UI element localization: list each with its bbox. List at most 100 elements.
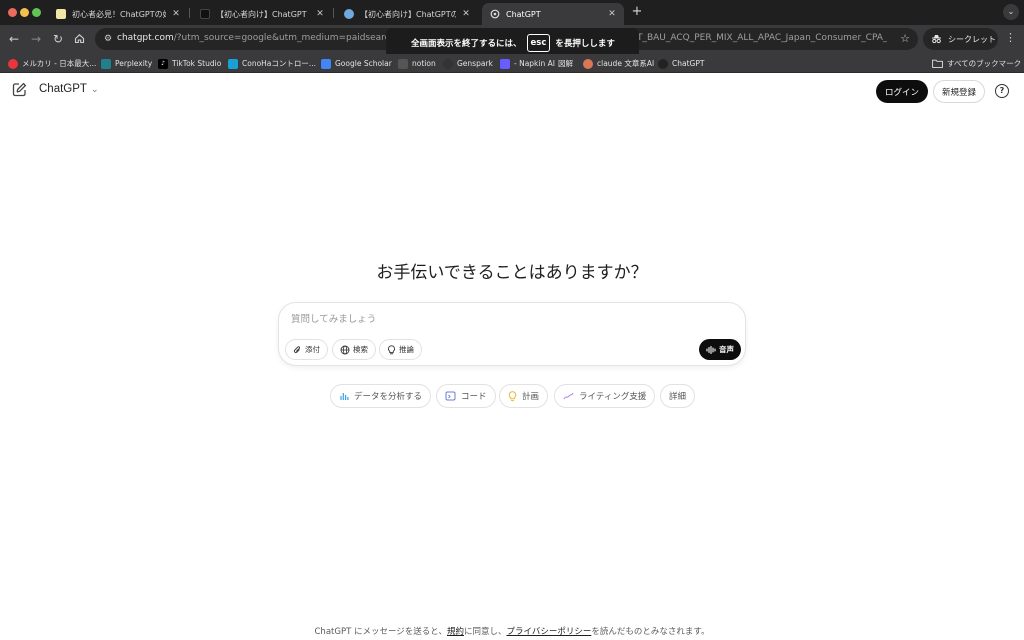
attach-button[interactable]: 添付 <box>285 339 328 360</box>
perplexity-icon <box>101 58 111 69</box>
chevron-down-icon: ⌄ <box>90 83 99 94</box>
page-favicon-icon <box>56 9 66 19</box>
bookmark-item[interactable]: メルカリ - 日本最大... <box>8 57 96 70</box>
page-favicon-icon <box>344 9 354 19</box>
bookmark-item[interactable]: notion <box>398 57 436 70</box>
pen-icon <box>563 392 574 400</box>
voice-label: 音声 <box>719 345 734 354</box>
suggestion-label: 詳細 <box>669 392 687 402</box>
bookmark-label: ChatGPT <box>672 59 705 68</box>
footer-text: を読んだものとみなされます。 <box>591 627 710 637</box>
browser-tab-strip: 初心者必見！ChatGPTの始め方とは？ ✕ 【初心者向け】ChatGPT（Op… <box>0 0 1024 25</box>
browser-tab-active[interactable]: ChatGPT ✕ <box>482 3 624 25</box>
site-info-icon[interactable]: ⚙ <box>102 33 114 45</box>
voice-mode-button[interactable]: 音声 <box>699 339 741 360</box>
privacy-policy-link[interactable]: プライバシーポリシー <box>507 627 592 637</box>
suggestion-writing[interactable]: ライティング支援 <box>554 384 656 408</box>
bookmark-item[interactable]: ConoHaコントロー... <box>228 57 316 70</box>
message-composer: 添付 検索 推論 音声 <box>278 302 746 366</box>
suggestion-more[interactable]: 詳細 <box>660 384 696 408</box>
page-header: ChatGPT ⌄ ログイン 新規登録 ? <box>0 74 1024 110</box>
bookmark-item[interactable]: ♪ TikTok Studio <box>158 57 221 70</box>
bookmark-label: ConoHaコントロー... <box>242 59 317 68</box>
bookmark-star-icon[interactable]: ☆ <box>900 32 910 45</box>
tab-close-icon[interactable]: ✕ <box>314 9 326 19</box>
incognito-label: シークレット <box>948 34 996 44</box>
suggestion-analyze-data[interactable]: データを分析する <box>330 384 432 408</box>
bookmark-label: メルカリ - 日本最大... <box>22 59 97 68</box>
bookmark-label: - Napkin AI <box>514 59 555 68</box>
bookmarks-bar: メルカリ - 日本最大... Perplexity ♪ TikTok Studio… <box>0 54 1024 73</box>
suggestion-plan[interactable]: 計画 <box>499 384 549 408</box>
bookmark-label: Perplexity <box>115 59 153 68</box>
browser-tab[interactable]: 【初心者向け】ChatGPT（OpenAI） ✕ <box>192 3 332 25</box>
model-name: ChatGPT <box>39 83 87 95</box>
toast-text: 全画面表示を終了するには、 <box>411 39 522 49</box>
back-arrow-icon[interactable]: ← <box>6 31 22 47</box>
bookmark-item[interactable]: ChatGPT <box>658 57 704 70</box>
home-icon[interactable] <box>71 31 87 47</box>
tab-search-chevron-icon[interactable]: ⌄ <box>1003 4 1019 20</box>
all-bookmarks-folder[interactable]: すべてのブックマーク <box>932 57 1021 70</box>
bookmark-label: Genspark <box>457 59 493 68</box>
bookmark-item[interactable]: Google Scholar <box>321 57 392 70</box>
suggestion-label: 計画 <box>522 392 540 402</box>
bookmark-item[interactable]: - Napkin AI <box>500 57 555 70</box>
tab-separator <box>333 8 334 18</box>
model-selector[interactable]: ChatGPT ⌄ <box>39 83 98 95</box>
new-chat-icon[interactable] <box>12 82 28 98</box>
tab-close-icon[interactable]: ✕ <box>606 9 618 19</box>
folder-icon <box>932 59 943 68</box>
tab-close-icon[interactable]: ✕ <box>170 9 182 19</box>
tab-separator <box>189 8 190 18</box>
browser-tab[interactable]: 【初心者向け】ChatGPTのおすすめ ✕ <box>336 3 478 25</box>
terms-link[interactable]: 規約 <box>447 627 464 637</box>
reload-icon[interactable]: ↻ <box>50 31 66 47</box>
login-button[interactable]: ログイン <box>876 80 928 103</box>
paperclip-icon <box>293 345 301 353</box>
prompt-input[interactable] <box>291 314 731 325</box>
suggestion-label: データを分析する <box>354 392 423 402</box>
tab-title: 【初心者向け】ChatGPTのおすすめ <box>360 9 456 19</box>
new-tab-button[interactable]: + <box>630 4 644 20</box>
toast-text: を長押しします <box>555 39 615 49</box>
more-menu-icon[interactable]: ⋮ <box>1005 31 1016 44</box>
browser-tab[interactable]: 初心者必見！ChatGPTの始め方とは？ ✕ <box>48 3 188 25</box>
footer-text: に同意し、 <box>463 627 507 637</box>
search-button[interactable]: 検索 <box>332 339 376 360</box>
forward-arrow-icon[interactable]: → <box>28 31 44 47</box>
footer-text: ChatGPT にメッセージを送ると、 <box>314 627 447 637</box>
page-favicon-icon <box>200 9 210 19</box>
lightbulb-icon <box>508 390 517 401</box>
tab-close-icon[interactable]: ✕ <box>460 9 472 19</box>
napkin-ai-icon <box>500 58 510 69</box>
mercari-icon <box>8 58 18 69</box>
suggestion-code[interactable]: コード <box>436 384 496 408</box>
google-scholar-icon <box>321 58 331 69</box>
esc-key-badge: esc <box>526 34 551 52</box>
incognito-badge[interactable]: シークレット <box>923 28 998 50</box>
bookmark-item[interactable]: Perplexity <box>101 57 152 70</box>
tab-title: 【初心者向け】ChatGPT（OpenAI） <box>216 9 310 19</box>
bookmark-item[interactable]: 図解 <box>558 57 573 70</box>
globe-icon <box>340 345 350 354</box>
tab-title: ChatGPT <box>506 9 541 19</box>
signup-button[interactable]: 新規登録 <box>933 80 985 103</box>
waveform-icon <box>706 345 716 354</box>
fullscreen-window-button[interactable] <box>32 8 41 17</box>
lightbulb-icon <box>388 344 395 354</box>
bookmark-item[interactable]: claude 文章系AI <box>583 57 654 70</box>
reason-button[interactable]: 推論 <box>379 339 422 360</box>
close-window-button[interactable] <box>8 8 17 17</box>
help-icon[interactable]: ? <box>995 84 1009 98</box>
suggestion-label: コード <box>461 392 487 402</box>
bookmark-label: 図解 <box>558 59 573 68</box>
incognito-icon <box>932 35 941 44</box>
bookmark-item[interactable]: Genspark <box>443 57 493 70</box>
conoha-icon <box>228 58 238 69</box>
reason-label: 推論 <box>399 345 414 354</box>
genspark-icon <box>443 58 453 69</box>
minimize-window-button[interactable] <box>20 8 29 17</box>
search-label: 検索 <box>353 345 368 354</box>
code-icon <box>445 391 456 401</box>
